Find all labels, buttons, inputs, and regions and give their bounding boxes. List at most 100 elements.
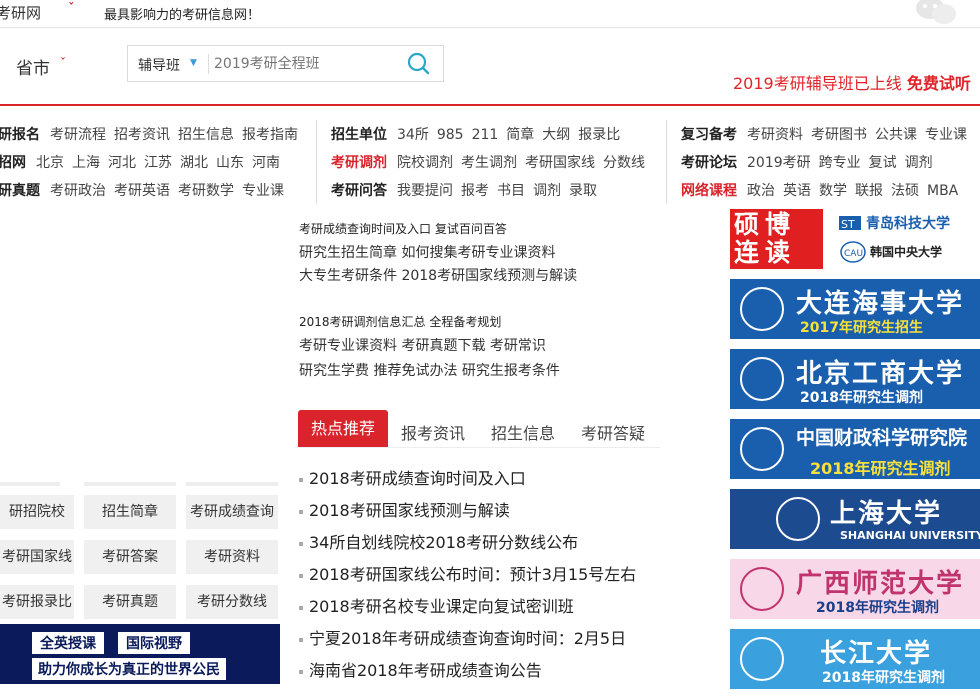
nav-label[interactable]: 研真题 [0,183,40,199]
nav-link[interactable]: 河北 [108,155,136,171]
news-item[interactable]: 2018考研名校专业课定向复试密训班 [299,593,574,617]
quick-link[interactable]: 研究生报考条件 [462,363,560,379]
nav-link[interactable]: 公共课 [875,127,917,143]
ad-btbu[interactable]: 北京工商大学 2018年研究生调剂 [730,349,980,409]
nav-link[interactable]: 大纲 [542,127,570,143]
nav-link[interactable]: 我要提问 [397,183,453,199]
intl-program-banner[interactable]: 全英授课 国际视野 助力你成长为真正的世界公民 [0,624,280,684]
news-title[interactable]: 2018考研成绩查询时间及入口 [309,469,526,488]
quick-tile[interactable]: 考研真题 [84,585,176,619]
quick-link[interactable]: 研究生招生简章 [299,245,397,261]
nav-label[interactable]: 网络课程 [681,183,737,199]
news-item[interactable]: 海南省2018年考研成绩查询公告 [299,657,542,681]
ad-dlmu[interactable]: 大连海事大学 2017年研究生招生 [730,279,980,339]
nav-link[interactable]: 考研流程 [50,127,106,143]
nav-link[interactable]: 河南 [252,155,280,171]
nav-link[interactable]: 报录比 [578,127,620,143]
nav-link[interactable]: 报考 [461,183,489,199]
nav-link[interactable]: 北京 [36,155,64,171]
nav-link[interactable]: 数学 [819,183,847,199]
nav-link[interactable]: 调剂 [533,183,561,199]
nav-link[interactable]: 联报 [855,183,883,199]
search-icon[interactable] [404,50,434,78]
nav-link[interactable]: 政治 [747,183,775,199]
nav-label[interactable]: 招网 [0,155,26,171]
quick-link[interactable]: 全程备考规划 [429,315,501,329]
chevron-down-icon[interactable]: ˇ [68,2,75,17]
quick-tile[interactable]: 研招院校 [0,495,74,529]
quick-link[interactable]: 考研常识 [490,338,546,354]
nav-link[interactable]: 考研英语 [114,183,170,199]
tab-qa[interactable]: 考研答疑 [581,420,645,444]
chevron-down-icon[interactable]: ˇ [60,56,66,70]
nav-label[interactable]: 考研调剂 [331,155,387,171]
nav-link[interactable]: 考研国家线 [525,155,595,171]
nav-link[interactable]: 考研图书 [811,127,867,143]
nav-link[interactable]: 考研政治 [50,183,106,199]
tab-hot[interactable]: 热点推荐 [298,410,388,448]
nav-link[interactable]: 985 [437,127,464,143]
news-title[interactable]: 海南省2018年考研成绩查询公告 [309,661,542,680]
nav-label[interactable]: 研报名 [0,127,40,143]
quick-tile[interactable]: 考研分数线 [186,585,278,619]
promo-banner[interactable]: 2019考研辅导班已上线 免费试听 [733,70,971,94]
quick-tile[interactable]: 考研国家线 [0,540,74,574]
nav-link[interactable]: 上海 [72,155,100,171]
quick-link[interactable]: 考研成绩查询时间及入口 [299,222,431,236]
nav-link[interactable]: 英语 [783,183,811,199]
nav-link[interactable]: 2019考研 [747,155,811,171]
quick-tile[interactable]: 考研资料 [186,540,278,574]
nav-link[interactable]: 院校调剂 [397,155,453,171]
nav-link[interactable]: 考研资料 [747,127,803,143]
promo-free-trial[interactable]: 免费试听 [907,74,971,93]
nav-label[interactable]: 复习备考 [681,127,737,143]
nav-link[interactable]: 书目 [497,183,525,199]
ad-gxnu[interactable]: 广西师范大学 2018年研究生调剂 [730,559,980,619]
nav-link[interactable]: 211 [472,127,499,143]
nav-link[interactable]: 分数线 [603,155,645,171]
news-item[interactable]: 2018考研国家线预测与解读 [299,497,510,521]
quick-link[interactable]: 考研专业课资料 [299,338,397,354]
quick-link[interactable]: 2018考研调剂信息汇总 [299,315,426,329]
nav-link[interactable]: 法硕 [891,183,919,199]
tab-news[interactable]: 报考资讯 [401,420,465,444]
ad-caifs[interactable]: 中国财政科学研究院 2018年研究生调剂 [730,419,980,479]
nav-link[interactable]: 34所 [397,127,429,143]
nav-link[interactable]: 考生调剂 [461,155,517,171]
city-selector[interactable]: 省市 [16,54,50,79]
news-title[interactable]: 2018考研国家线公布时间：预计3月15号左右 [309,565,636,584]
nav-link[interactable]: 招考资讯 [114,127,170,143]
nav-link[interactable]: 跨专业 [819,155,861,171]
news-title[interactable]: 34所自划线院校2018考研分数线公布 [309,533,578,552]
ad-shu[interactable]: 上海大学 SHANGHAI UNIVERSITY [730,489,980,549]
ad-master-phd[interactable]: 硕博连读 ST 青岛科技大学 CAU 韩国中央大学 [730,209,980,269]
news-title[interactable]: 2018考研国家线预测与解读 [309,501,510,520]
nav-link[interactable]: 复试 [869,155,897,171]
news-item[interactable]: 34所自划线院校2018考研分数线公布 [299,529,578,553]
quick-tile[interactable]: 考研答案 [84,540,176,574]
tab-admissions[interactable]: 招生信息 [491,420,555,444]
quick-link[interactable]: 考研真题下载 [401,338,485,354]
nav-link[interactable]: 山东 [216,155,244,171]
news-title[interactable]: 宁夏2018年考研成绩查询查询时间：2月5日 [309,629,626,648]
nav-link[interactable]: 招生信息 [178,127,234,143]
quick-link[interactable]: 2018考研国家线预测与解读 [401,268,577,284]
quick-link[interactable]: 大专生考研条件 [299,268,397,284]
ad-yangtze[interactable]: 长江大学 2018年研究生调剂 [730,629,980,689]
caret-down-icon[interactable]: ▼ [190,58,197,68]
news-item[interactable]: 宁夏2018年考研成绩查询查询时间：2月5日 [299,625,626,649]
quick-link[interactable]: 推荐免试办法 [373,363,457,379]
nav-link[interactable]: 报考指南 [242,127,298,143]
quick-link[interactable]: 研究生学费 [299,363,369,379]
quick-tile[interactable]: 考研报录比 [0,585,74,619]
quick-link[interactable]: 复试百问百答 [435,222,507,236]
nav-label[interactable]: 考研论坛 [681,155,737,171]
news-title[interactable]: 2018考研名校专业课定向复试密训班 [309,597,574,616]
nav-label[interactable]: 招生单位 [331,127,387,143]
search-input[interactable] [214,53,404,75]
quick-link[interactable]: 如何搜集考研专业课资料 [401,245,555,261]
nav-link[interactable]: 录取 [569,183,597,199]
site-name[interactable]: 考研网 [0,2,41,23]
nav-link[interactable]: 专业课 [925,127,967,143]
wechat-icon[interactable] [914,0,958,26]
